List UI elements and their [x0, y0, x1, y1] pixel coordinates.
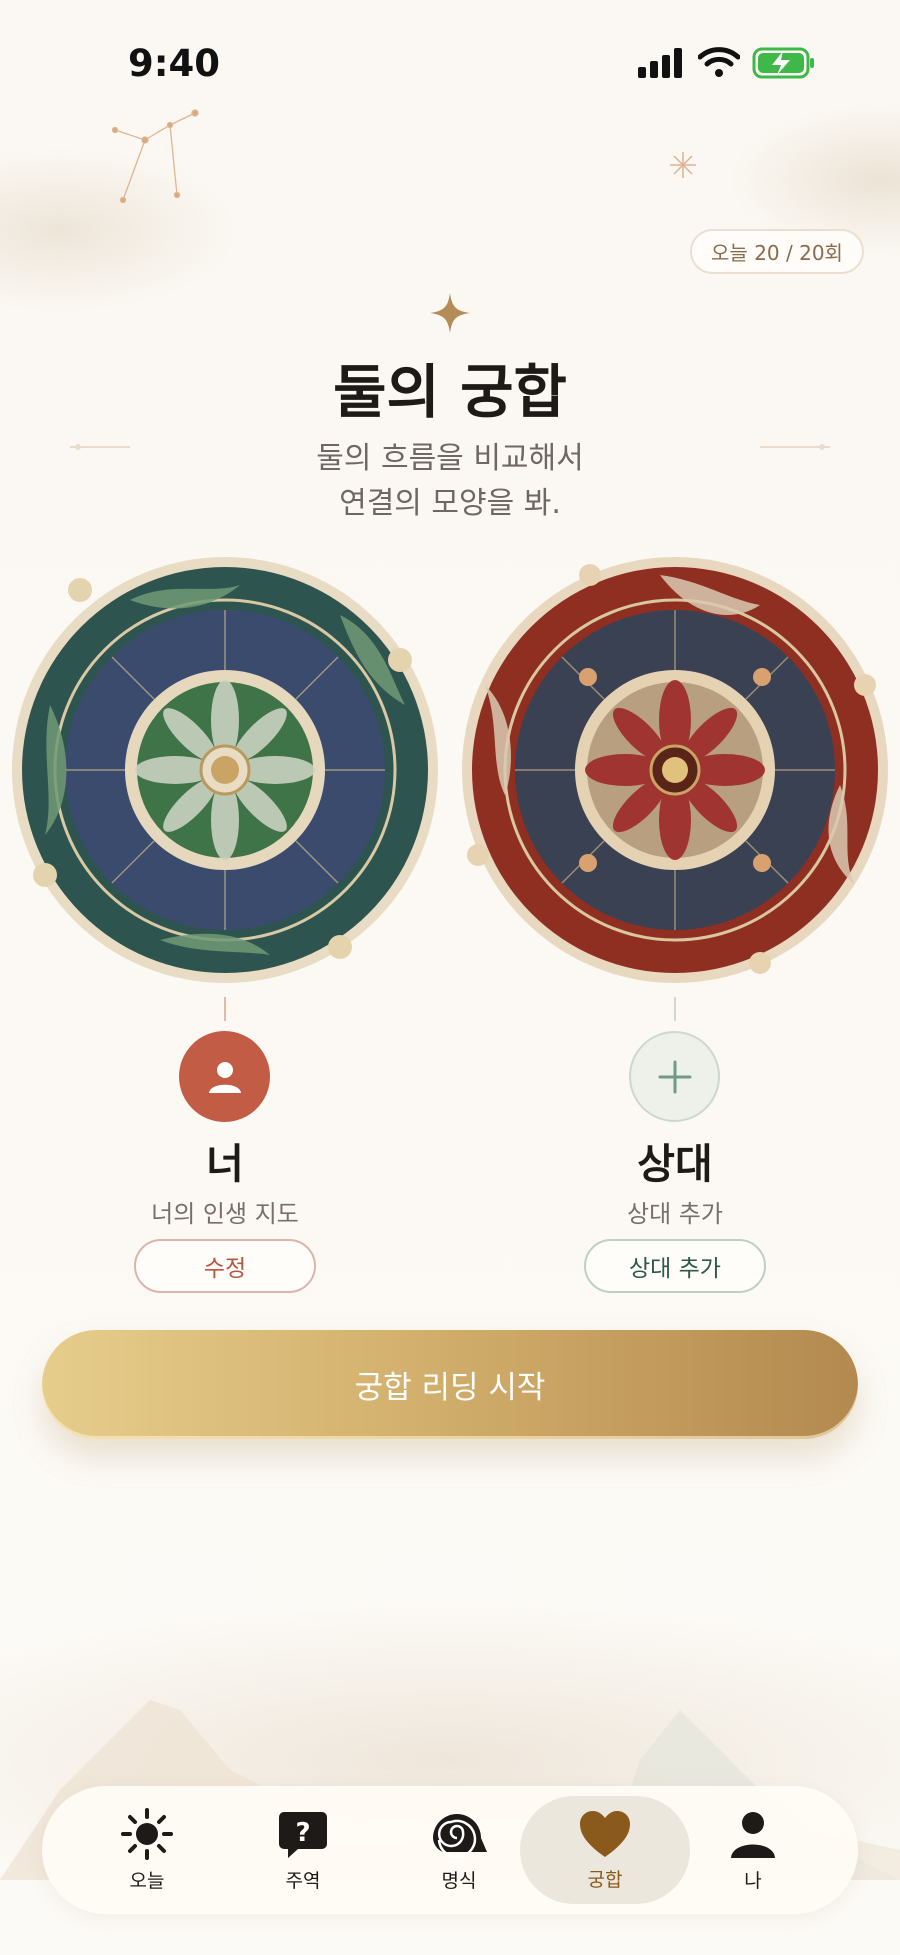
partner-caption: 상대 추가 [627, 1200, 723, 1228]
tab-me-label: 나 [744, 1869, 762, 1892]
wifi-icon [698, 47, 740, 77]
partner-connector-line [674, 997, 676, 1021]
tab-compatibility-label: 궁합 [587, 1868, 623, 1891]
status-bar: 9:40 [0, 0, 900, 130]
me-connector-line [224, 997, 226, 1021]
svg-text:?: ? [295, 1818, 310, 1848]
daily-usage-counter: 오늘 20 / 20회 [690, 229, 864, 274]
sparkle-icon [430, 293, 470, 333]
nautilus-shell-icon [433, 1813, 487, 1858]
tab-bar: 오늘 ? 주역 명식 궁합 나 [42, 1786, 858, 1914]
tab-today[interactable]: 오늘 [62, 1796, 232, 1904]
subtitle-line-1: 둘의 흐름을 비교해서 [316, 441, 584, 476]
subtitle-line-2: 연결의 모양을 봐. [339, 486, 561, 521]
star-decoration [670, 152, 696, 178]
tab-iching[interactable]: ? 주역 [218, 1796, 388, 1904]
tab-iching-label: 주역 [285, 1869, 321, 1892]
tab-chart-label: 명식 [441, 1869, 477, 1892]
page-title: 둘의 궁합 [333, 358, 567, 426]
status-time: 9:40 [128, 42, 221, 85]
partner-name: 상대 [637, 1140, 713, 1188]
edit-button[interactable]: 수정 [134, 1239, 316, 1293]
tab-today-label: 오늘 [129, 1869, 165, 1892]
plus-icon [658, 1060, 691, 1093]
add-partner-avatar[interactable] [629, 1031, 720, 1122]
battery-charging-icon [752, 47, 814, 79]
cellular-signal-icon [638, 48, 682, 78]
my-avatar[interactable] [179, 1031, 270, 1122]
person-icon [208, 1061, 241, 1093]
person-icon [731, 1811, 775, 1858]
tab-compatibility[interactable]: 궁합 [520, 1796, 690, 1904]
add-partner-button[interactable]: 상대 추가 [584, 1239, 766, 1293]
partner-chart-wheel[interactable] [460, 555, 890, 985]
my-name: 너 [206, 1140, 244, 1188]
sun-icon [121, 1807, 173, 1860]
heart-icon [580, 1810, 630, 1857]
my-chart-wheel[interactable] [10, 555, 440, 985]
start-reading-button[interactable]: 궁합 리딩 시작 [42, 1330, 858, 1439]
my-caption: 너의 인생 지도 [151, 1200, 299, 1228]
tab-me[interactable]: 나 [668, 1796, 838, 1904]
question-bubble-icon: ? [279, 1811, 327, 1858]
tab-chart[interactable]: 명식 [374, 1796, 544, 1904]
